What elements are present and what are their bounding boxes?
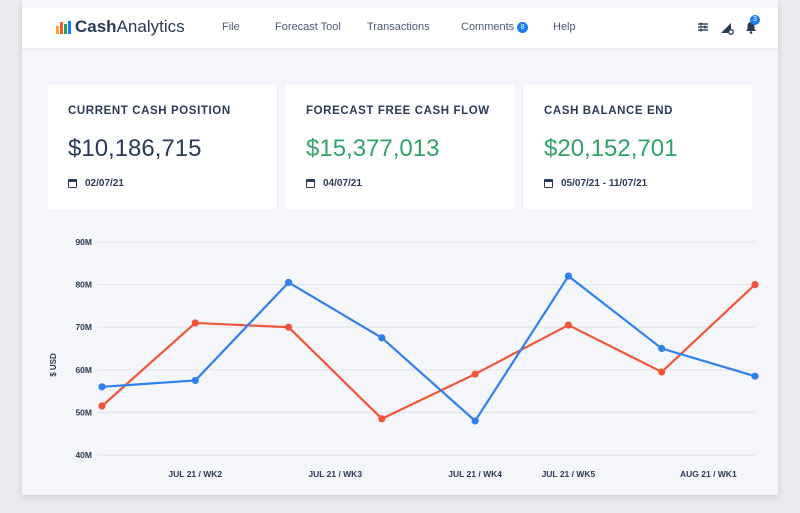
- y-tick-label: 40M: [75, 450, 92, 460]
- calendar-icon: [68, 179, 77, 188]
- logo-text-light: Analytics: [116, 17, 185, 36]
- data-point: [284, 278, 293, 287]
- card-title: FORECAST FREE CASH FLOW: [306, 105, 490, 117]
- logo[interactable]: CashAnalytics: [56, 17, 185, 37]
- x-tick-label: AUG 21 / WK1: [680, 469, 737, 479]
- nav-help[interactable]: Help: [553, 21, 576, 33]
- data-point: [564, 272, 573, 280]
- sliders-icon[interactable]: [696, 21, 710, 35]
- card-date: 02/07/21: [85, 178, 124, 189]
- calendar-icon: [544, 179, 553, 188]
- nav-comments[interactable]: Comments 8: [461, 21, 529, 33]
- x-tick-label: JUL 21 / WK4: [448, 469, 502, 479]
- data-point: [191, 376, 199, 385]
- card-cash-balance-end: CASH BALANCE END $20,152,701 05/07/21 - …: [524, 85, 752, 209]
- card-current-cash-position: CURRENT CASH POSITION $10,186,715 02/07/…: [48, 85, 276, 209]
- nav-forecast-tool[interactable]: Forecast Tool: [275, 21, 341, 33]
- nav-file[interactable]: File: [222, 21, 240, 33]
- logo-text-bold: Cash: [75, 17, 117, 36]
- card-value: $20,152,701: [544, 135, 678, 162]
- data-point: [658, 344, 666, 353]
- bell-icon[interactable]: 3: [744, 15, 760, 35]
- card-title: CASH BALANCE END: [544, 105, 674, 117]
- notification-badge: 3: [750, 15, 760, 25]
- data-point: [378, 334, 386, 342]
- y-tick-label: 50M: [75, 407, 92, 417]
- signal-settings-icon[interactable]: [720, 21, 734, 35]
- data-point: [191, 319, 199, 327]
- data-point: [98, 383, 106, 391]
- series-line: [101, 274, 756, 423]
- y-tick-label: 60M: [75, 365, 92, 375]
- data-point: [378, 415, 386, 423]
- card-value: $15,377,013: [306, 135, 440, 162]
- data-point: [751, 281, 759, 289]
- y-axis-label: $ USD: [49, 353, 58, 377]
- card-date: 05/07/21 - 11/07/21: [561, 178, 648, 189]
- cash-line-chart: 40M 50M 60M 70M 80M 90M $ USD JUL 21 / WK2 JUL…: [49, 237, 759, 479]
- card-forecast-free-cash-flow: FORECAST FREE CASH FLOW $15,377,013 04/0…: [286, 85, 514, 209]
- data-point: [471, 370, 479, 378]
- app-window: CashAnalytics File Forecast Tool Transac…: [22, 0, 778, 495]
- y-tick-label: 90M: [75, 237, 92, 247]
- data-point: [751, 372, 759, 380]
- nav-comments-label: Comments: [461, 21, 515, 33]
- data-point: [564, 321, 573, 329]
- data-point: [658, 368, 666, 376]
- data-point: [471, 417, 479, 425]
- x-tick-label: JUL 21 / WK5: [542, 469, 596, 479]
- y-tick-label: 70M: [75, 322, 92, 332]
- data-point: [98, 402, 106, 410]
- nav-transactions[interactable]: Transactions: [367, 21, 430, 33]
- data-point: [284, 323, 293, 331]
- x-tick-label: JUL 21 / WK3: [308, 469, 362, 479]
- logo-bars-icon: [56, 20, 72, 34]
- card-date: 04/07/21: [323, 178, 362, 189]
- y-tick-label: 80M: [75, 280, 92, 290]
- x-tick-label: JUL 21 / WK2: [168, 469, 222, 479]
- series-line: [101, 283, 756, 420]
- card-value: $10,186,715: [68, 135, 202, 162]
- comments-badge: 8: [517, 22, 529, 33]
- top-nav: CashAnalytics File Forecast Tool Transac…: [22, 8, 778, 48]
- calendar-icon: [306, 179, 315, 188]
- card-title: CURRENT CASH POSITION: [68, 105, 231, 117]
